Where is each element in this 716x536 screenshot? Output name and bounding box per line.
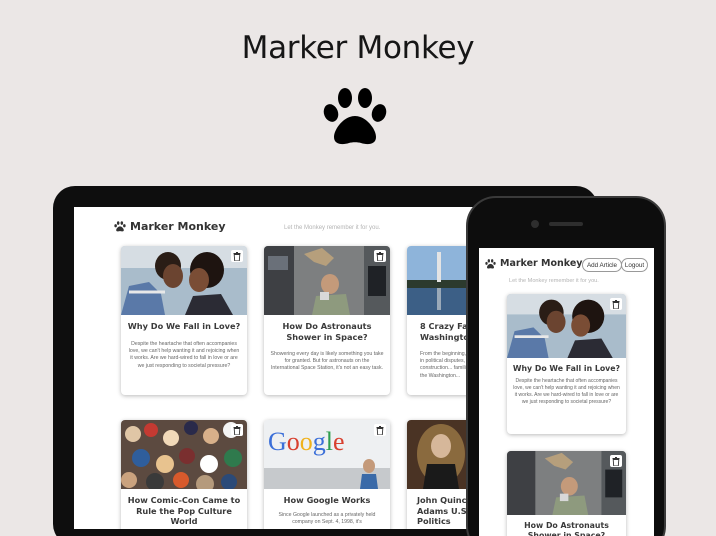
delete-button[interactable] bbox=[374, 424, 386, 436]
article-summary: Since Google launched as a privately hel… bbox=[278, 512, 376, 526]
delete-button[interactable] bbox=[610, 298, 622, 310]
trash-icon bbox=[612, 299, 620, 309]
article-summary: Despite the heartache that often accompa… bbox=[513, 378, 620, 405]
paw-icon bbox=[323, 88, 387, 145]
trash-icon bbox=[376, 425, 384, 435]
article-image bbox=[121, 246, 247, 315]
trash-icon bbox=[612, 456, 620, 466]
trash-icon bbox=[233, 251, 241, 261]
article-title[interactable]: How Comic-Con Came to Rule the Pop Cultu… bbox=[125, 495, 243, 527]
phone-screen: Marker Monkey Add Article Logout Let the… bbox=[479, 248, 654, 536]
article-image bbox=[121, 420, 247, 489]
app-tagline: Let the Monkey remember it for you. bbox=[284, 225, 381, 231]
app-tagline: Let the Monkey remember it for you. bbox=[509, 278, 599, 284]
article-card[interactable]: How Do Astronauts Shower in Space? Showe… bbox=[264, 246, 390, 395]
delete-button[interactable] bbox=[231, 250, 243, 262]
article-image: Google bbox=[264, 420, 390, 489]
phone-camera bbox=[531, 220, 539, 228]
delete-button[interactable] bbox=[610, 455, 622, 467]
logout-button[interactable]: Logout bbox=[621, 258, 648, 272]
delete-button[interactable] bbox=[374, 250, 386, 262]
article-title[interactable]: How Do Astronauts Shower in Space? bbox=[268, 321, 386, 342]
hero-title: Marker Monkey bbox=[241, 30, 475, 66]
article-image bbox=[264, 246, 390, 315]
article-card[interactable]: How Do Astronauts Shower in Space? bbox=[507, 451, 626, 536]
delete-button[interactable] bbox=[231, 424, 243, 436]
paw-icon bbox=[485, 258, 496, 269]
article-summary: Showering every day is likely something … bbox=[270, 351, 384, 372]
article-title[interactable]: Why Do We Fall in Love? bbox=[125, 321, 243, 332]
article-title[interactable]: How Do Astronauts Shower in Space? bbox=[511, 521, 622, 536]
article-image bbox=[507, 451, 626, 515]
article-summary: Despite the heartache that often accompa… bbox=[128, 341, 240, 369]
phone-speaker bbox=[549, 222, 583, 226]
add-article-button[interactable]: Add Article bbox=[582, 258, 622, 272]
article-image bbox=[507, 294, 626, 358]
trash-icon bbox=[376, 251, 384, 261]
article-card[interactable]: How Comic-Con Came to Rule the Pop Cultu… bbox=[121, 420, 247, 529]
svg-text:Google: Google bbox=[268, 427, 345, 456]
article-card[interactable]: Why Do We Fall in Love? Despite the hear… bbox=[121, 246, 247, 395]
article-card[interactable]: Why Do We Fall in Love? Despite the hear… bbox=[507, 294, 626, 434]
app-brand[interactable]: Marker Monkey bbox=[485, 258, 583, 269]
app-brand-label: Marker Monkey bbox=[130, 220, 226, 233]
app-brand[interactable]: Marker Monkey bbox=[114, 220, 226, 233]
article-title[interactable]: How Google Works bbox=[268, 495, 386, 506]
app-brand-label: Marker Monkey bbox=[500, 258, 583, 269]
article-title[interactable]: Why Do We Fall in Love? bbox=[511, 364, 622, 374]
article-card[interactable]: Google How Google Works Since Google lau… bbox=[264, 420, 390, 529]
trash-icon bbox=[233, 425, 241, 435]
paw-icon bbox=[114, 221, 126, 232]
